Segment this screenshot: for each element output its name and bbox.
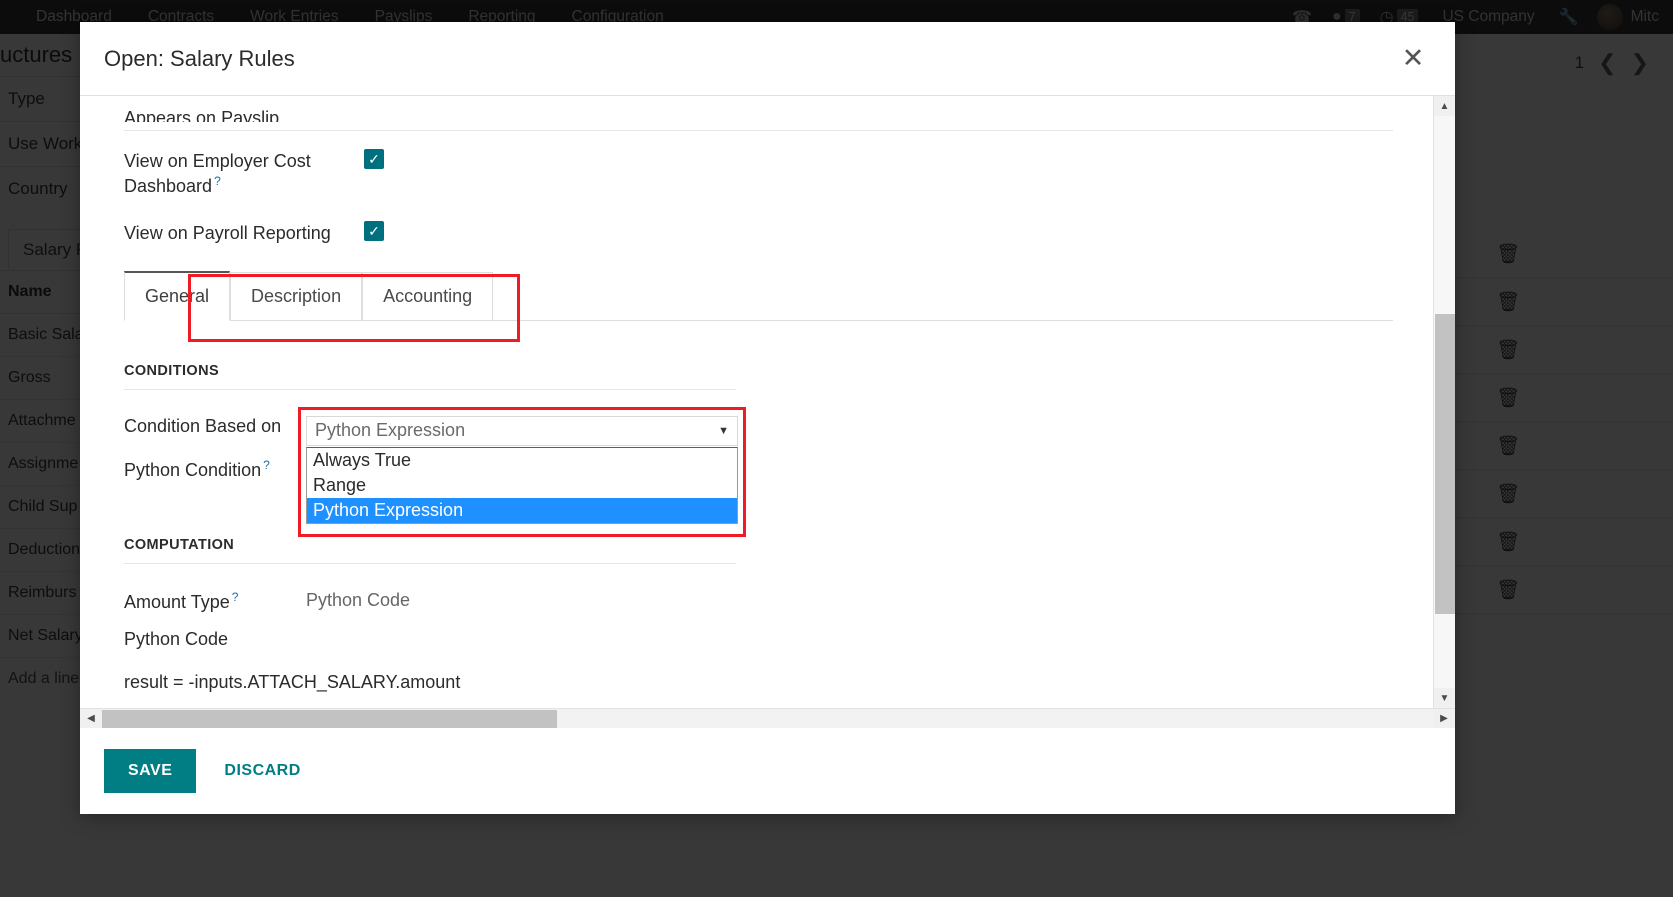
discard-button[interactable]: DISCARD bbox=[210, 749, 314, 793]
view-payroll-reporting-row: View on Payroll Reporting ✓ bbox=[124, 220, 1393, 245]
dialog-body: Appears on Payslip View on Employer Cost… bbox=[80, 96, 1433, 708]
save-button[interactable]: SAVE bbox=[104, 749, 197, 793]
label-text: Amount Type bbox=[124, 591, 230, 612]
salary-rules-dialog: Open: Salary Rules ✕ Appears on Payslip … bbox=[80, 22, 1455, 814]
condition-based-on-value: Python Expression bbox=[315, 420, 466, 441]
triangle-right-icon[interactable]: ▶ bbox=[1433, 708, 1455, 729]
triangle-down-icon[interactable]: ▼ bbox=[1433, 688, 1455, 708]
conditions-section-title: CONDITIONS bbox=[124, 363, 736, 390]
option-range[interactable]: Range bbox=[307, 473, 737, 498]
dialog-content: Appears on Payslip View on Employer Cost… bbox=[80, 108, 1433, 693]
view-payroll-reporting-checkbox[interactable]: ✓ bbox=[364, 220, 384, 241]
tab-accounting[interactable]: Accounting bbox=[362, 271, 494, 321]
help-tip-icon[interactable]: ? bbox=[232, 590, 239, 604]
help-tip-icon[interactable]: ? bbox=[263, 458, 270, 472]
vertical-scrollbar-track[interactable] bbox=[1433, 116, 1455, 688]
tab-description[interactable]: Description bbox=[230, 271, 363, 321]
view-employer-cost-dashboard-row: View on Employer Cost Dashboard? ✓ bbox=[124, 149, 1393, 199]
python-condition-label: Python Condition? bbox=[124, 458, 306, 481]
python-code-editor-text[interactable]: result = -inputs.ATTACH_SALARY.amount bbox=[124, 672, 1393, 693]
condition-based-on-row: Condition Based on Python Expression ▼ A… bbox=[124, 406, 1393, 537]
dialog-body-wrapper: Appears on Payslip View on Employer Cost… bbox=[80, 96, 1455, 708]
dialog-footer: SAVE DISCARD bbox=[80, 728, 1455, 814]
help-tip-icon[interactable]: ? bbox=[214, 174, 221, 188]
amount-type-value[interactable]: Python Code bbox=[306, 590, 410, 611]
condition-based-on-label: Condition Based on bbox=[124, 415, 282, 436]
amount-type-label: Amount Type? bbox=[124, 590, 306, 613]
horizontal-scrollbar-thumb[interactable] bbox=[102, 709, 557, 728]
python-code-row: Python Code bbox=[124, 629, 1393, 650]
condition-based-on-select-wrapper: Python Expression ▼ Always True Range Py… bbox=[298, 406, 746, 537]
dialog-title: Open: Salary Rules bbox=[104, 45, 295, 71]
computation-section-title: COMPUTATION bbox=[124, 537, 736, 564]
option-always-true[interactable]: Always True bbox=[307, 448, 737, 473]
close-icon[interactable]: ✕ bbox=[1395, 41, 1431, 77]
horizontal-scrollbar[interactable]: ◀ ▶ bbox=[80, 708, 1455, 729]
dialog-tabs: General Description Accounting bbox=[124, 270, 1393, 321]
dialog-header: Open: Salary Rules ✕ bbox=[80, 22, 1455, 96]
condition-based-on-select[interactable]: Python Expression ▼ bbox=[306, 415, 738, 446]
condition-based-on-options-list: Always True Range Python Expression bbox=[306, 446, 738, 524]
vertical-scrollbar[interactable]: ▲ ▼ bbox=[1433, 96, 1455, 708]
view-payroll-reporting-label: View on Payroll Reporting bbox=[124, 222, 331, 243]
triangle-up-icon[interactable]: ▲ bbox=[1433, 96, 1455, 116]
option-python-expression[interactable]: Python Expression bbox=[307, 497, 737, 523]
appears-on-payslip-field-clipped: Appears on Payslip bbox=[124, 108, 280, 122]
vertical-scrollbar-thumb[interactable] bbox=[1434, 314, 1455, 614]
view-employer-cost-dashboard-checkbox[interactable]: ✓ bbox=[364, 149, 384, 169]
python-code-label: Python Code bbox=[124, 628, 229, 649]
chevron-down-icon: ▼ bbox=[718, 424, 729, 437]
divider bbox=[124, 130, 1393, 131]
view-employer-cost-dashboard-label: View on Employer Cost Dashboard? bbox=[124, 149, 364, 199]
amount-type-row: Amount Type? Python Code bbox=[124, 590, 1393, 613]
triangle-left-icon[interactable]: ◀ bbox=[80, 708, 102, 729]
tab-general[interactable]: General bbox=[124, 270, 231, 321]
label-text: Python Condition bbox=[124, 459, 262, 480]
